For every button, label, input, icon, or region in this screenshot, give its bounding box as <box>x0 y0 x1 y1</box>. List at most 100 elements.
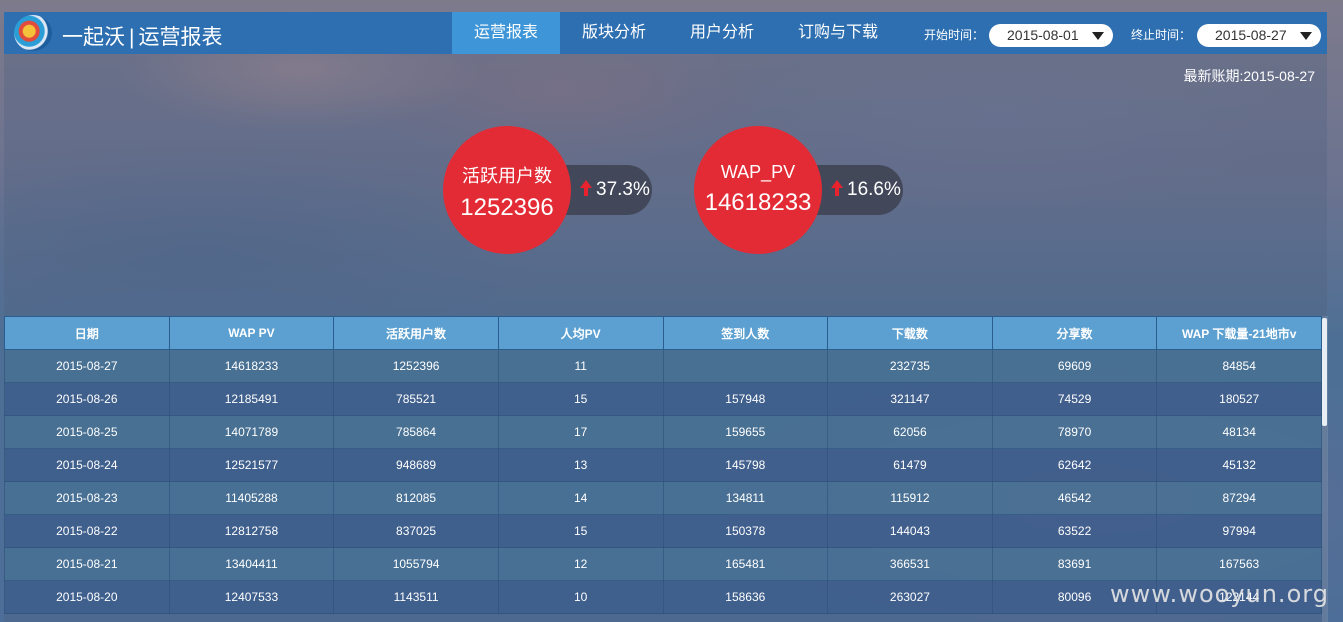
table-row[interactable]: 2015-08-24 12521577 948689 13 145798 61479 626… <box>4 448 1322 482</box>
watermark: www.wooyun.org <box>1110 580 1329 608</box>
table-cell: 45132 <box>1156 448 1322 482</box>
table-row[interactable]: 2015-08-21 13404411 1055794 12 165481 366531 8… <box>4 547 1322 581</box>
table-cell: 13404411 <box>168 547 335 581</box>
table-cell: 180527 <box>1156 382 1322 416</box>
start-date-value: 2015-08-01 <box>1007 27 1079 43</box>
table-cell: 12407533 <box>168 580 335 614</box>
tab-operations-report[interactable]: 运营报表 <box>452 12 561 54</box>
table-cell: 62642 <box>991 448 1158 482</box>
table-cell: 14071789 <box>168 415 335 449</box>
latest-billing-period: 最新账期:2015-08-27 <box>1183 68 1315 84</box>
table-cell: 948689 <box>333 448 499 482</box>
report-table-container[interactable]: 日期 WAP PV 活跃用户数 人均PV 签到人数 下载数 分享数 WAP 下载… <box>4 316 1322 622</box>
table-cell: 157948 <box>662 382 829 416</box>
table-cell: 2015-08-26 <box>4 382 170 416</box>
table-row[interactable]: 2015-08-27 14618233 1252396 11 232735 69609 84… <box>4 349 1322 383</box>
start-date-select[interactable]: 2015-08-01 <box>989 24 1113 47</box>
table-cell: 11405288 <box>168 481 335 515</box>
end-date-value: 2015-08-27 <box>1215 27 1287 43</box>
table-cell: 10 <box>497 580 664 614</box>
table-cell: 2015-08-22 <box>4 514 170 548</box>
kpi-label: WAP_PV <box>720 162 796 182</box>
table-cell: 14618233 <box>168 349 335 383</box>
table-cell: 74529 <box>991 382 1158 416</box>
brand-separator: | <box>129 26 135 49</box>
table-cell: 159655 <box>662 415 829 449</box>
main-nav: 运营报表 版块分析 用户分析 订购与下载 <box>452 12 900 54</box>
table-cell: 12812758 <box>168 514 335 548</box>
table-row[interactable]: 2015-08-26 12185491 785521 15 157948 321147 74… <box>4 382 1322 416</box>
tab-section-analysis[interactable]: 版块分析 <box>560 12 668 54</box>
column-header[interactable]: 签到人数 <box>662 316 829 350</box>
table-cell: 46542 <box>991 481 1158 515</box>
table-row[interactable]: 2015-08-22 12812758 837025 15 150378 144043 63… <box>4 514 1322 548</box>
kpi-value: 14618233 <box>704 189 812 216</box>
table-scrollbar[interactable] <box>1322 316 1328 622</box>
table-cell: 145798 <box>662 448 829 482</box>
column-header[interactable]: 日期 <box>4 316 170 350</box>
column-header[interactable]: 下载数 <box>827 316 993 350</box>
column-header[interactable]: 人均PV <box>497 316 664 350</box>
end-date-label: 终止时间： <box>1131 28 1192 42</box>
table-cell: 14 <box>497 481 664 515</box>
kpi-change-value: 16.6% <box>847 179 901 200</box>
column-header[interactable]: 分享数 <box>991 316 1158 350</box>
table-cell: 263027 <box>827 580 993 614</box>
report-table: 日期 WAP PV 活跃用户数 人均PV 签到人数 下载数 分享数 WAP 下载… <box>4 316 1322 614</box>
table-cell: 12185491 <box>168 382 335 416</box>
table-body: 2015-08-27 14618233 1252396 11 232735 69609 84… <box>4 349 1322 614</box>
brand-title: 一起沃 | 运营报表 <box>62 21 222 51</box>
table-cell: 837025 <box>333 514 499 548</box>
table-cell: 321147 <box>827 382 993 416</box>
table-cell: 12521577 <box>168 448 335 482</box>
table-cell: 62056 <box>827 415 993 449</box>
table-header-row: 日期 WAP PV 活跃用户数 人均PV 签到人数 下载数 分享数 WAP 下载… <box>4 316 1322 350</box>
top-bar: 一起沃 | 运营报表 运营报表 版块分析 用户分析 订购与下载 开始时间： 2015… <box>4 12 1327 54</box>
table-cell: 785864 <box>333 415 499 449</box>
table-cell: 165481 <box>662 547 829 581</box>
app-logo-icon <box>14 15 52 51</box>
table-row[interactable]: 2015-08-25 14071789 785864 17 159655 62056 789… <box>4 415 1322 449</box>
table-cell: 2015-08-27 <box>4 349 170 383</box>
start-date-label: 开始时间： <box>924 28 985 42</box>
tab-order-download[interactable]: 订购与下载 <box>776 12 900 54</box>
table-cell: 785521 <box>333 382 499 416</box>
kpi-active-users: 活跃用户数 1252396 <box>443 126 571 254</box>
table-cell: 1055794 <box>333 547 499 581</box>
kpi-label: 活跃用户数 <box>462 166 552 186</box>
chevron-down-icon <box>1300 32 1312 40</box>
brand-name: 一起沃 <box>62 26 125 49</box>
column-header[interactable]: 活跃用户数 <box>333 316 499 350</box>
column-header[interactable]: WAP PV <box>168 316 335 350</box>
table-cell: 83691 <box>991 547 1158 581</box>
table-cell: 144043 <box>827 514 993 548</box>
table-cell: 13 <box>497 448 664 482</box>
table-cell: 115912 <box>827 481 993 515</box>
tab-user-analysis[interactable]: 用户分析 <box>668 12 776 54</box>
table-cell: 812085 <box>333 481 499 515</box>
table-cell: 84854 <box>1156 349 1322 383</box>
table-cell: 15 <box>497 514 664 548</box>
table-cell: 2015-08-24 <box>4 448 170 482</box>
table-cell: 48134 <box>1156 415 1322 449</box>
table-cell <box>662 349 829 383</box>
table-cell: 1252396 <box>333 349 499 383</box>
kpi-wap-pv: WAP_PV 14618233 <box>694 126 822 254</box>
table-cell: 12 <box>497 547 664 581</box>
table-cell: 17 <box>497 415 664 449</box>
table-cell: 232735 <box>827 349 993 383</box>
table-cell: 2015-08-20 <box>4 580 170 614</box>
kpi-change: 16.6% <box>831 179 901 201</box>
end-date-select[interactable]: 2015-08-27 <box>1197 24 1321 47</box>
scrollbar-thumb[interactable] <box>1322 318 1327 426</box>
arrow-up-icon <box>580 180 592 196</box>
table-cell: 2015-08-21 <box>4 547 170 581</box>
table-cell: 2015-08-23 <box>4 481 170 515</box>
table-cell: 87294 <box>1156 481 1322 515</box>
table-cell: 63522 <box>991 514 1158 548</box>
table-cell: 61479 <box>827 448 993 482</box>
table-row[interactable]: 2015-08-23 11405288 812085 14 134811 115912 46… <box>4 481 1322 515</box>
table-cell: 158636 <box>662 580 829 614</box>
column-header[interactable]: WAP 下载量-21地市v <box>1156 316 1322 350</box>
chevron-down-icon <box>1092 32 1104 40</box>
